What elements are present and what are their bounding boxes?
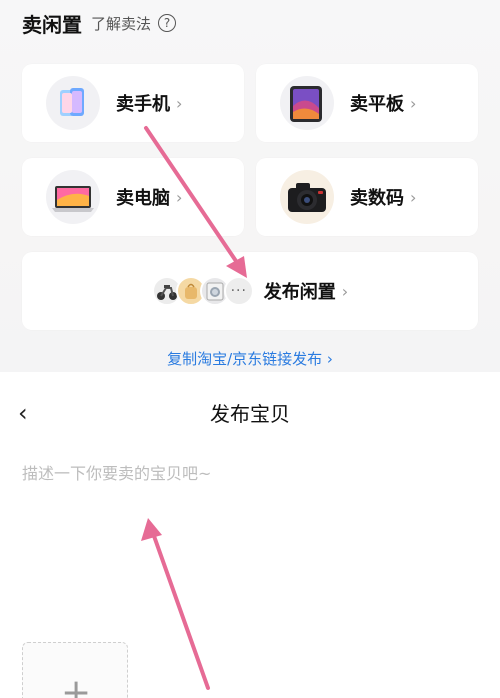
plus-icon: + bbox=[61, 672, 92, 698]
category-thumbnails: ··· bbox=[151, 276, 254, 306]
chevron-right-icon: › bbox=[341, 281, 349, 301]
sell-laptop-label: 卖电脑 bbox=[116, 188, 170, 209]
sell-phone-card[interactable]: 卖手机 › bbox=[22, 64, 244, 142]
learn-selling-link[interactable]: 了解卖法 bbox=[91, 13, 151, 34]
sell-idle-header: 卖闲置 了解卖法 ? bbox=[22, 8, 177, 38]
laptop-icon bbox=[46, 170, 100, 224]
chevron-right-icon: › bbox=[410, 187, 417, 207]
sell-idle-title: 卖闲置 bbox=[22, 12, 82, 37]
sell-tablet-label: 卖平板 bbox=[350, 94, 404, 115]
chevron-right-icon: › bbox=[176, 187, 183, 207]
camera-icon bbox=[280, 170, 334, 224]
copy-link-publish[interactable]: 复制淘宝/京东链接发布 › bbox=[0, 348, 500, 369]
chevron-right-icon: › bbox=[410, 93, 417, 113]
publish-item-page: ‹ 发布宝贝 + bbox=[0, 372, 500, 698]
sell-phone-label: 卖手机 bbox=[116, 94, 170, 115]
add-photo-button[interactable]: + bbox=[22, 642, 128, 698]
smartphone-icon bbox=[46, 76, 100, 130]
page-title: 发布宝贝 bbox=[210, 402, 290, 426]
chevron-right-icon: › bbox=[176, 93, 183, 113]
sell-laptop-card[interactable]: 卖电脑 › bbox=[22, 158, 244, 236]
more-icon: ··· bbox=[223, 276, 254, 306]
tablet-icon bbox=[280, 76, 334, 130]
sell-digital-card[interactable]: 卖数码 › bbox=[256, 158, 478, 236]
help-icon[interactable]: ? bbox=[158, 14, 177, 32]
sell-idle-panel: 卖闲置 了解卖法 ? 卖手机 › 卖平板 › 卖电脑 › 卖数码 › ··· 发… bbox=[0, 0, 500, 372]
item-description-input[interactable] bbox=[22, 458, 462, 488]
sell-tablet-card[interactable]: 卖平板 › bbox=[256, 64, 478, 142]
sell-digital-label: 卖数码 bbox=[350, 188, 404, 209]
publish-idle-label: 发布闲置 bbox=[263, 282, 336, 303]
publish-idle-card[interactable]: ··· 发布闲置 › bbox=[22, 252, 478, 330]
